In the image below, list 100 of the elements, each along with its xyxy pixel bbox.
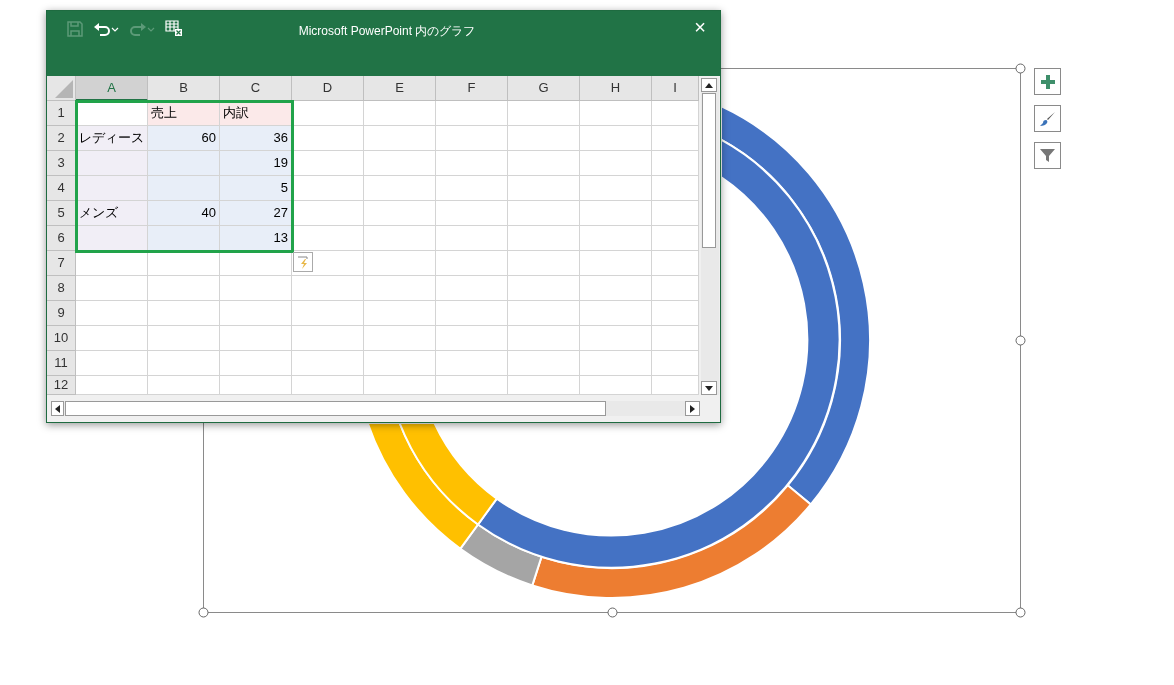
quick-analysis-button[interactable]	[293, 252, 313, 272]
table-cell[interactable]	[508, 276, 580, 301]
table-cell[interactable]	[220, 376, 292, 395]
table-cell[interactable]	[580, 101, 652, 126]
table-cell[interactable]	[580, 126, 652, 151]
save-icon[interactable]	[67, 20, 83, 37]
table-cell[interactable]	[508, 151, 580, 176]
table-cell[interactable]	[652, 201, 699, 226]
table-cell[interactable]	[76, 376, 148, 395]
table-cell[interactable]: 売上	[148, 101, 220, 126]
table-cell[interactable]	[292, 326, 364, 351]
table-cell[interactable]: 5	[220, 176, 292, 201]
row-header[interactable]: 4	[47, 176, 76, 201]
table-cell[interactable]	[364, 176, 436, 201]
row-header[interactable]: 10	[47, 326, 76, 351]
table-cell[interactable]	[364, 201, 436, 226]
table-cell[interactable]	[364, 151, 436, 176]
table-cell[interactable]: 27	[220, 201, 292, 226]
table-cell[interactable]	[364, 376, 436, 395]
filter-button[interactable]	[1034, 142, 1061, 169]
table-cell[interactable]	[364, 226, 436, 251]
table-cell[interactable]	[652, 276, 699, 301]
table-cell[interactable]	[148, 276, 220, 301]
column-header[interactable]: B	[148, 76, 220, 101]
table-cell[interactable]	[580, 151, 652, 176]
table-cell[interactable]: レディース	[76, 126, 148, 151]
table-cell[interactable]	[652, 226, 699, 251]
row-header[interactable]: 11	[47, 351, 76, 376]
table-cell[interactable]	[76, 351, 148, 376]
column-header[interactable]: D	[292, 76, 364, 101]
table-cell[interactable]	[508, 101, 580, 126]
table-cell[interactable]	[580, 326, 652, 351]
column-header[interactable]: A	[76, 76, 148, 101]
close-button[interactable]: ×	[694, 16, 706, 38]
table-cell[interactable]	[580, 276, 652, 301]
table-cell[interactable]	[364, 301, 436, 326]
vertical-scrollbar[interactable]	[701, 78, 719, 395]
table-cell[interactable]	[148, 226, 220, 251]
table-cell[interactable]	[292, 151, 364, 176]
table-cell[interactable]	[220, 351, 292, 376]
table-cell[interactable]	[292, 276, 364, 301]
scroll-down-button[interactable]	[701, 381, 717, 395]
table-cell[interactable]	[292, 301, 364, 326]
table-cell[interactable]	[580, 301, 652, 326]
resize-handle[interactable]	[198, 607, 209, 618]
table-cell[interactable]	[148, 326, 220, 351]
row-header[interactable]: 2	[47, 126, 76, 151]
table-cell[interactable]	[220, 301, 292, 326]
table-cell[interactable]: 13	[220, 226, 292, 251]
table-cell[interactable]	[508, 201, 580, 226]
table-cell[interactable]	[364, 126, 436, 151]
table-cell[interactable]	[292, 126, 364, 151]
table-cell[interactable]	[436, 376, 508, 395]
table-cell[interactable]	[76, 176, 148, 201]
table-cell[interactable]	[436, 176, 508, 201]
table-cell[interactable]	[436, 326, 508, 351]
table-cell[interactable]	[292, 376, 364, 395]
table-cell[interactable]	[364, 326, 436, 351]
resize-handle[interactable]	[1015, 335, 1026, 346]
table-cell[interactable]	[652, 326, 699, 351]
resize-handle[interactable]	[607, 607, 618, 618]
table-cell[interactable]	[76, 276, 148, 301]
table-cell[interactable]	[580, 226, 652, 251]
table-cell[interactable]	[292, 176, 364, 201]
resize-handle[interactable]	[1015, 63, 1026, 74]
table-cell[interactable]	[508, 176, 580, 201]
table-cell[interactable]	[148, 376, 220, 395]
row-header[interactable]: 5	[47, 201, 76, 226]
undo-icon[interactable]	[93, 20, 119, 37]
table-cell[interactable]	[436, 151, 508, 176]
table-cell[interactable]	[508, 326, 580, 351]
table-cell[interactable]	[508, 376, 580, 395]
column-header[interactable]: H	[580, 76, 652, 101]
table-cell[interactable]	[292, 101, 364, 126]
row-header[interactable]: 9	[47, 301, 76, 326]
table-cell[interactable]	[580, 201, 652, 226]
table-cell[interactable]	[292, 351, 364, 376]
table-cell[interactable]	[76, 326, 148, 351]
table-cell[interactable]	[220, 276, 292, 301]
table-cell[interactable]	[580, 376, 652, 395]
table-cell[interactable]	[364, 276, 436, 301]
row-header[interactable]: 12	[47, 376, 76, 395]
table-cell[interactable]	[436, 301, 508, 326]
table-cell[interactable]	[580, 351, 652, 376]
table-cell[interactable]	[436, 226, 508, 251]
table-cell[interactable]	[148, 351, 220, 376]
table-cell[interactable]	[652, 151, 699, 176]
table-cell[interactable]	[652, 101, 699, 126]
table-cell[interactable]	[76, 251, 148, 276]
column-header[interactable]: G	[508, 76, 580, 101]
scroll-left-button[interactable]	[51, 401, 64, 416]
column-header[interactable]: F	[436, 76, 508, 101]
table-cell[interactable]	[76, 301, 148, 326]
table-cell[interactable]: 19	[220, 151, 292, 176]
table-cell[interactable]	[220, 251, 292, 276]
row-header[interactable]: 3	[47, 151, 76, 176]
table-cell[interactable]: メンズ	[76, 201, 148, 226]
table-cell[interactable]	[364, 251, 436, 276]
table-cell[interactable]	[652, 351, 699, 376]
scroll-up-button[interactable]	[701, 78, 717, 92]
